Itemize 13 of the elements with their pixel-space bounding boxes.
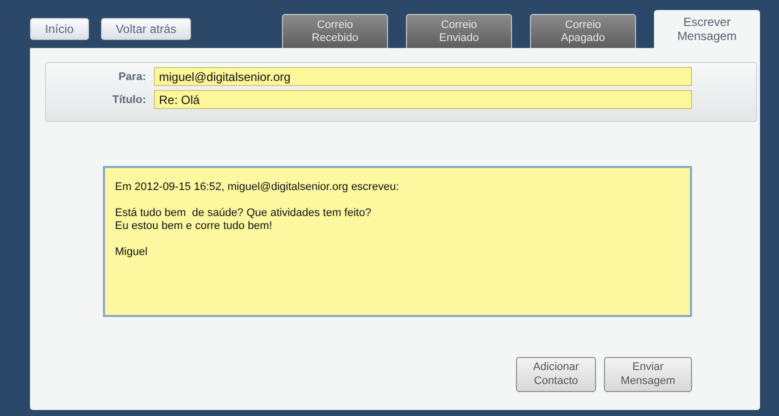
tab[interactable]: Escrever Mensagem (654, 10, 760, 48)
nav-button[interactable]: Voltar atrás (100, 18, 192, 40)
tab[interactable]: Correio Recebido (282, 14, 388, 48)
field-label: Título: (111, 94, 147, 106)
message-field[interactable]: Em 2012-09-15 16:52, miguel@digitalsenior.org escreveu: Está tudo bem de saúde? Que atividades tem feito? Eu estou bem e corre tudo bem! Miguel (103, 166, 692, 317)
input-field[interactable]: miguel@digitalsenior.org (154, 67, 692, 86)
action-button[interactable]: Adicionar Contacto (516, 357, 596, 392)
input-field[interactable]: Re: Olá (154, 90, 692, 109)
action-button[interactable]: Enviar Mensagem (604, 357, 692, 392)
nav-button[interactable]: Início (30, 18, 89, 40)
tab[interactable]: Correio Enviado (406, 14, 512, 48)
field-label: Para: (117, 70, 147, 82)
tab[interactable]: Correio Apagado (530, 14, 636, 48)
